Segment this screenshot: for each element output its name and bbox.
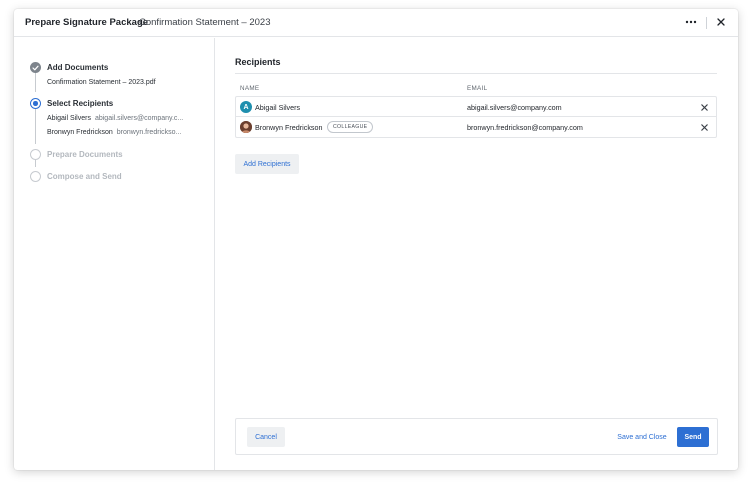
table-row: A Abigail Silvers abigail.silvers@compan… <box>236 97 716 117</box>
send-button[interactable]: Send <box>677 427 709 447</box>
recipient-email: bronwyn.fredrickson@company.com <box>467 123 583 132</box>
step-pending-icon <box>30 149 41 160</box>
step-pending-icon <box>30 171 41 182</box>
step-add-documents[interactable]: Add Documents <box>47 63 108 72</box>
column-header-email: EMAIL <box>467 85 488 92</box>
remove-recipient-close-icon[interactable] <box>698 101 710 113</box>
add-recipients-button[interactable]: Add Recipients <box>235 154 299 174</box>
header-divider <box>706 17 707 29</box>
avatar: A <box>240 101 252 113</box>
recipient-summary-email: abigail.silvers@company.c... <box>94 115 184 122</box>
recipients-table: A Abigail Silvers abigail.silvers@compan… <box>235 96 717 138</box>
close-icon[interactable] <box>712 13 730 31</box>
step-prepare-documents[interactable]: Prepare Documents <box>47 150 123 159</box>
dialog-header: Prepare Signature Package Confirmation S… <box>14 9 738 37</box>
status-badge: COLLEAGUE <box>327 121 374 133</box>
step-detail-document: Confirmation Statement – 2023.pdf <box>47 79 156 86</box>
table-row: Bronwyn Fredrickson COLLEAGUE bronwyn.fr… <box>236 117 716 137</box>
step-compose-and-send[interactable]: Compose and Send <box>47 172 122 181</box>
column-header-name: NAME <box>240 85 260 92</box>
save-and-close-button[interactable]: Save and Close <box>612 427 672 447</box>
recipient-name: Abigail Silvers <box>255 103 301 112</box>
recipient-email: abigail.silvers@company.com <box>467 103 562 112</box>
section-title: Recipients <box>235 57 281 67</box>
step-detail-recipient: Abigail Silvers abigail.silvers@company.c… <box>47 115 183 122</box>
remove-recipient-close-icon[interactable] <box>698 121 710 133</box>
avatar <box>240 121 252 133</box>
section-divider <box>235 73 717 74</box>
step-active-icon <box>30 98 41 109</box>
cancel-button[interactable]: Cancel <box>247 427 285 447</box>
recipient-summary-email: bronwyn.fredrickso... <box>116 129 182 136</box>
ellipsis-icon[interactable] <box>682 13 700 31</box>
signature-package-dialog: Prepare Signature Package Confirmation S… <box>14 9 738 470</box>
step-connector <box>35 104 36 144</box>
recipient-summary-name: Bronwyn Fredrickson <box>47 129 113 136</box>
dialog-footer: Cancel Save and Close Send <box>235 418 718 455</box>
recipient-name: Bronwyn Fredrickson <box>255 123 323 132</box>
step-select-recipients[interactable]: Select Recipients <box>47 99 113 108</box>
dialog-subtitle: Confirmation Statement – 2023 <box>139 17 271 28</box>
steps-sidebar: Add Documents Confirmation Statement – 2… <box>14 38 215 470</box>
step-detail-recipient: Bronwyn Fredrickson bronwyn.fredrickso... <box>47 129 181 136</box>
document-filename: Confirmation Statement – 2023.pdf <box>47 79 156 86</box>
dialog-title: Prepare Signature Package <box>25 17 149 28</box>
recipient-summary-name: Abigail Silvers <box>47 115 91 122</box>
step-done-check-icon <box>30 62 41 73</box>
recipients-panel: Recipients NAME EMAIL A Abigail Silvers … <box>216 38 738 470</box>
